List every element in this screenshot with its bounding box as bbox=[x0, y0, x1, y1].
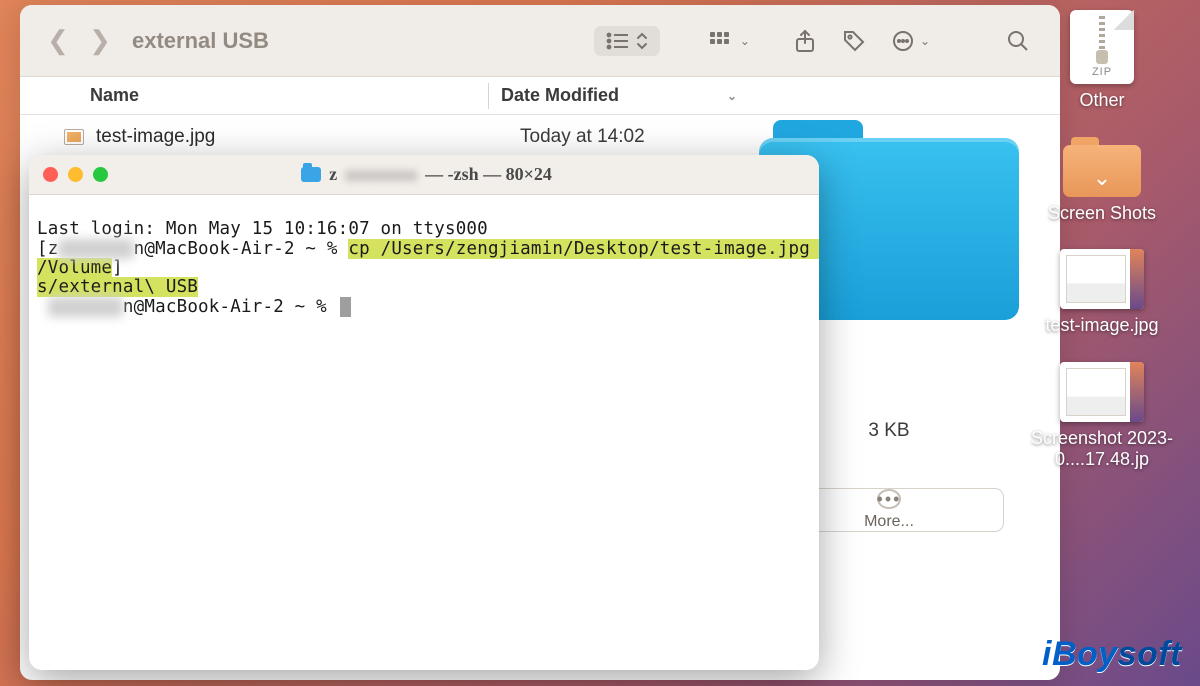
terminal-cmd-part2: s/external\ USB bbox=[37, 277, 198, 297]
redacted-username: xxxxxxxx bbox=[345, 164, 417, 185]
group-toggle[interactable]: ⌄ bbox=[704, 32, 756, 50]
terminal-command-highlight-2: s/external\ USB bbox=[37, 277, 198, 297]
desktop-label: test-image.jpg bbox=[1045, 315, 1158, 336]
back-button[interactable]: ❮ bbox=[44, 25, 72, 56]
more-circle-icon bbox=[892, 29, 918, 53]
desktop-item-screenshots[interactable]: ⌄ Screen Shots bbox=[1022, 137, 1182, 224]
terminal-prompt-1: n@MacBook-Air-2 ~ % bbox=[134, 239, 338, 259]
chevron-down-icon: ⌄ bbox=[740, 34, 750, 48]
share-button[interactable] bbox=[788, 29, 822, 53]
image-file-icon bbox=[64, 129, 84, 145]
terminal-titlebar[interactable]: z xxxxxxxx — -zsh — 80×24 bbox=[29, 155, 819, 195]
folder-icon: ⌄ bbox=[1063, 137, 1141, 197]
view-list-toggle[interactable] bbox=[594, 26, 660, 56]
column-date-label: Date Modified bbox=[501, 85, 619, 106]
updown-icon bbox=[636, 32, 648, 50]
preview-more-label: More... bbox=[864, 513, 914, 531]
tag-icon bbox=[842, 29, 866, 53]
image-thumbnail-icon bbox=[1060, 362, 1144, 422]
sort-chevron-icon: ⌄ bbox=[727, 89, 737, 103]
home-folder-icon bbox=[301, 167, 321, 182]
more-actions-button[interactable]: ⌄ bbox=[886, 29, 936, 53]
zoom-button[interactable] bbox=[93, 167, 108, 182]
close-button[interactable] bbox=[43, 167, 58, 182]
terminal-prompt-2: n@MacBook-Air-2 ~ % bbox=[123, 297, 327, 317]
desktop-item-screenshot-file[interactable]: Screenshot 2023-0....17.48.jp bbox=[1022, 362, 1182, 469]
minimize-button[interactable] bbox=[68, 167, 83, 182]
redacted-text: xxxxxxx bbox=[48, 297, 123, 317]
finder-columns-header: Name Date Modified ⌄ bbox=[20, 77, 1060, 115]
share-icon bbox=[794, 29, 816, 53]
desktop-icons: Other ⌄ Screen Shots test-image.jpg Scre… bbox=[1022, 10, 1182, 469]
desktop-item-other[interactable]: Other bbox=[1022, 10, 1182, 111]
redacted-text: xxxxxxx bbox=[58, 239, 133, 259]
window-traffic-lights bbox=[43, 167, 108, 182]
column-date-header[interactable]: Date Modified ⌄ bbox=[489, 85, 747, 106]
terminal-title: z xxxxxxxx — -zsh — 80×24 bbox=[118, 164, 735, 185]
tags-button[interactable] bbox=[836, 29, 872, 53]
image-thumbnail-icon bbox=[1060, 249, 1144, 309]
terminal-title-user: z bbox=[329, 164, 337, 185]
desktop-label: Screenshot 2023-0....17.48.jp bbox=[1022, 428, 1182, 469]
list-icon bbox=[606, 32, 628, 50]
terminal-title-suffix: — -zsh — 80×24 bbox=[425, 164, 552, 185]
desktop-item-test-image[interactable]: test-image.jpg bbox=[1022, 249, 1182, 336]
more-dots-icon: ••• bbox=[877, 489, 901, 509]
forward-button[interactable]: ❯ bbox=[86, 25, 114, 56]
terminal-last-login: Last login: Mon May 15 10:16:07 on ttys0… bbox=[37, 219, 488, 239]
grid-icon bbox=[710, 32, 736, 50]
watermark-logo: iBoysoft bbox=[1042, 635, 1182, 674]
column-name-header[interactable]: Name bbox=[90, 85, 488, 106]
finder-title: external USB bbox=[132, 28, 269, 54]
desktop-label: Other bbox=[1079, 90, 1124, 111]
file-name: test-image.jpg bbox=[96, 126, 215, 148]
zip-archive-icon bbox=[1070, 10, 1134, 84]
terminal-window: z xxxxxxxx — -zsh — 80×24 Last login: Mo… bbox=[29, 155, 819, 670]
desktop-label: Screen Shots bbox=[1048, 203, 1156, 224]
terminal-cursor bbox=[340, 297, 351, 317]
chevron-down-icon: ⌄ bbox=[920, 34, 930, 48]
finder-toolbar: ❮ ❯ external USB ⌄ ⌄ bbox=[20, 5, 1060, 77]
terminal-body[interactable]: Last login: Mon May 15 10:16:07 on ttys0… bbox=[29, 195, 819, 345]
